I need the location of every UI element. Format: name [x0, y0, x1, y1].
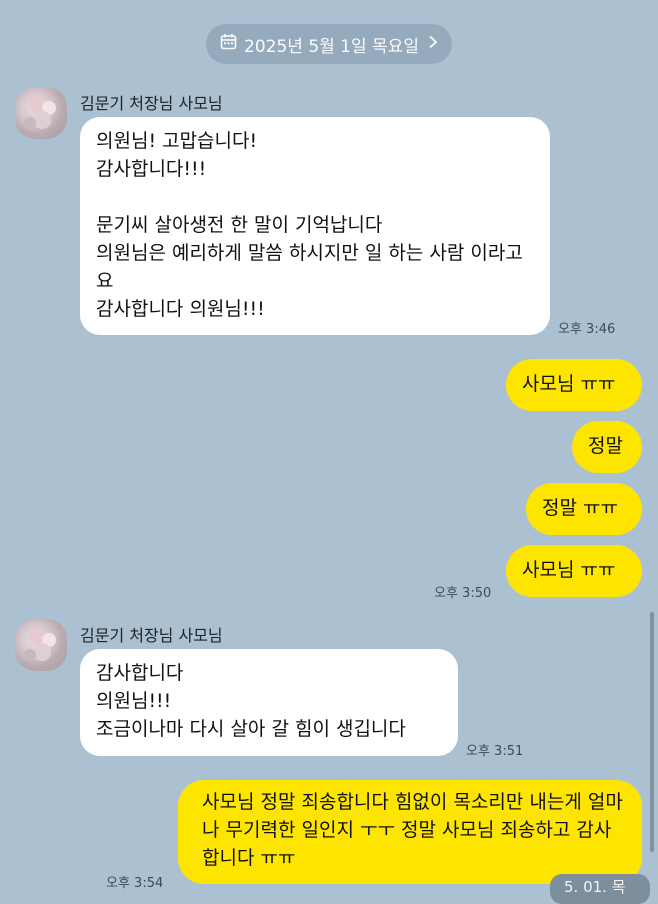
outgoing-message-bubble[interactable]: 사모님 ㅠㅠ	[506, 545, 642, 597]
outgoing-message-bubble[interactable]: 사모님 ㅠㅠ	[506, 359, 642, 411]
message-time: 오후 3:54	[106, 876, 164, 891]
message-time: 오후 3:46	[558, 322, 616, 337]
scrollbar[interactable]	[650, 612, 654, 852]
sender-name: 김문기 처장님 사모님	[80, 94, 223, 113]
avatar[interactable]	[15, 87, 67, 139]
outgoing-message-bubble[interactable]: 사모님 정말 죄송합니다 힘없이 목소리만 내는게 얼마나 무기력한 일인지 ㅜ…	[178, 780, 642, 884]
avatar[interactable]	[15, 619, 67, 671]
sender-name: 김문기 처장님 사모님	[80, 626, 223, 645]
message-time: 오후 3:50	[434, 586, 492, 601]
chevron-right-icon	[428, 34, 438, 54]
date-divider-button[interactable]: 2025년 5월 1일 목요일	[206, 24, 452, 64]
calendar-icon	[220, 33, 237, 55]
outgoing-message-bubble[interactable]: 정말	[572, 421, 642, 473]
message-time: 오후 3:51	[466, 744, 524, 759]
incoming-message-bubble[interactable]: 감사합니다 의원님!!! 조금이나마 다시 살아 갈 힘이 생깁니다	[80, 649, 458, 756]
incoming-message-bubble[interactable]: 의원님! 고맙습니다! 감사합니다!!! 문기씨 살아생전 한 말이 기억납니다…	[80, 117, 550, 335]
date-badge: 5. 01. 목	[550, 874, 650, 904]
date-label: 2025년 5월 1일 목요일	[244, 36, 419, 57]
outgoing-message-bubble[interactable]: 정말 ㅠㅠ	[526, 483, 642, 535]
